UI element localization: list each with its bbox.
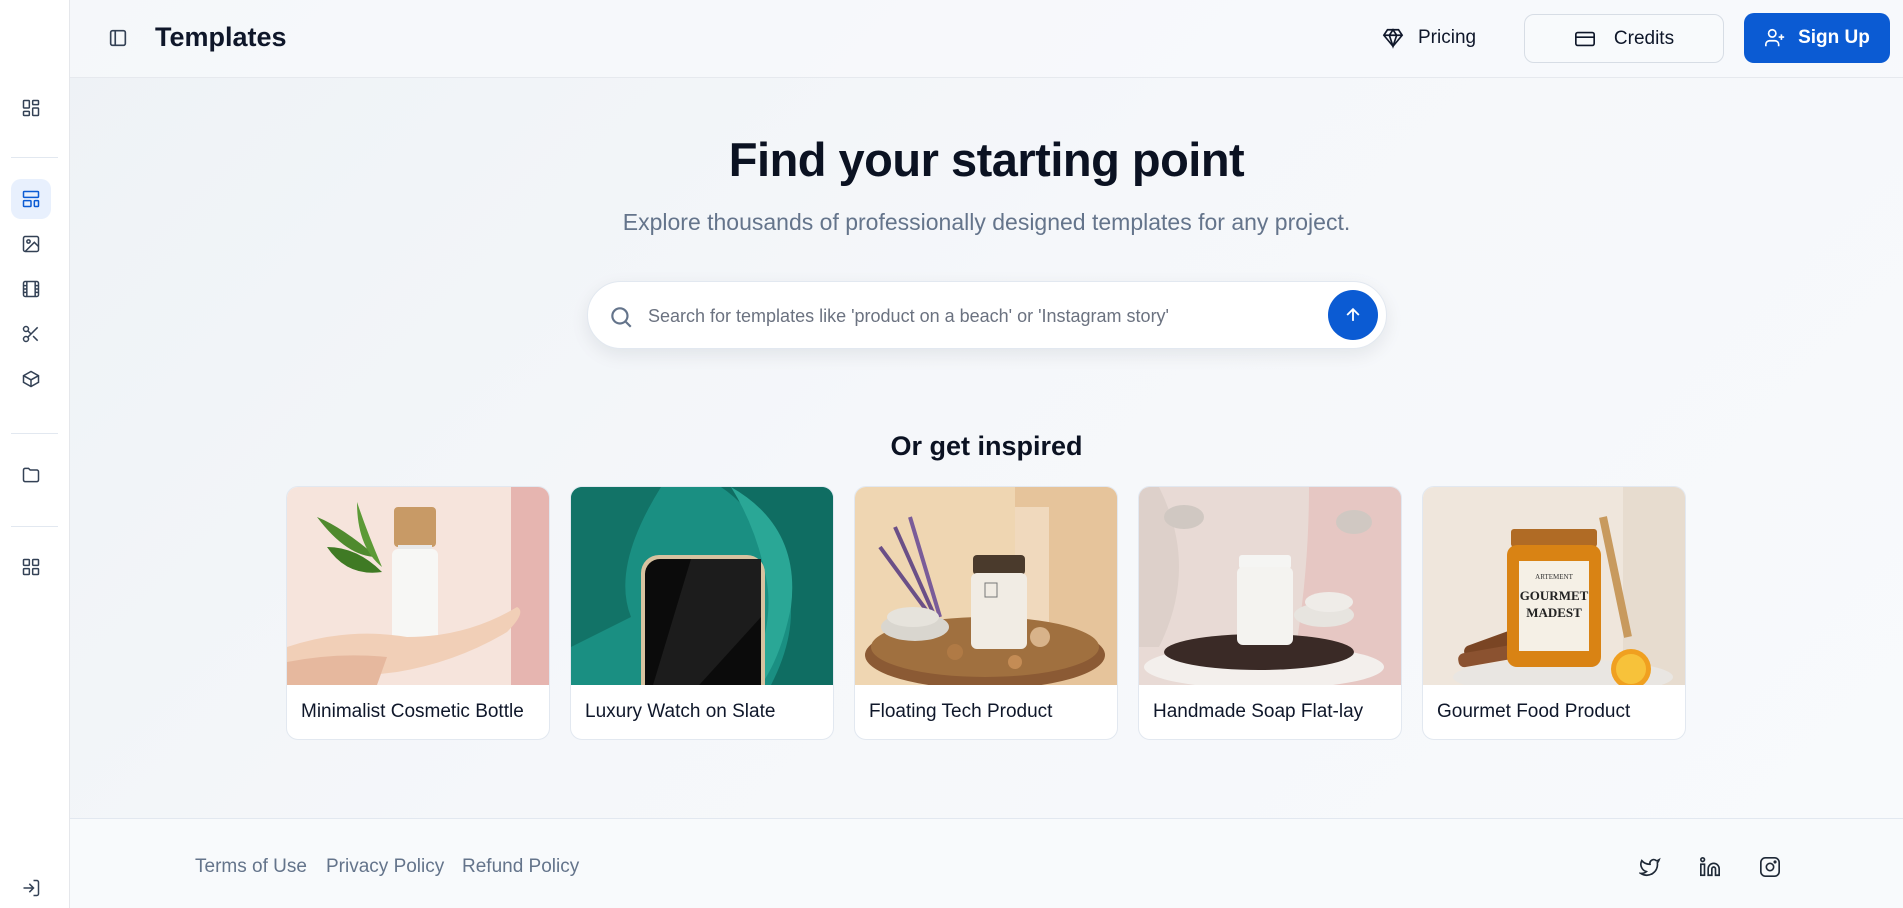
hero-subtitle: Explore thousands of professionally desi… <box>622 209 1351 235</box>
svg-text:ARTEMENT: ARTEMENT <box>1535 573 1573 581</box>
footer: Terms of Use Privacy Policy Refund Polic… <box>70 818 1903 908</box>
sidebar-divider <box>11 433 58 434</box>
box-icon <box>22 370 40 388</box>
template-card[interactable]: Luxury Watch on Slate <box>570 486 834 740</box>
dashboard-icon <box>22 99 40 117</box>
template-cards: Minimalist Cosmetic Bottle Luxury Watch <box>286 486 1688 740</box>
refund-policy-link[interactable]: Refund Policy <box>462 856 579 878</box>
sidebar-item-video[interactable] <box>11 269 51 309</box>
sidebar-divider <box>11 157 58 158</box>
instagram-icon <box>1760 857 1780 877</box>
sidebar-divider <box>11 526 58 527</box>
sign-up-button[interactable]: Sign Up <box>1744 13 1890 63</box>
sidebar-item-dashboard[interactable] <box>11 88 51 128</box>
twitter-icon <box>1639 857 1661 877</box>
search-input[interactable] <box>648 298 1308 334</box>
sidebar-item-3d[interactable] <box>11 359 51 399</box>
top-bar: Templates Pricing Credits Sign Up <box>70 0 1903 78</box>
template-card[interactable]: Handmade Soap Flat-lay <box>1138 486 1402 740</box>
pricing-button[interactable]: Pricing <box>1368 14 1490 62</box>
sidebar-item-apps[interactable] <box>11 547 51 587</box>
template-thumbnail <box>855 487 1117 685</box>
template-thumbnail: ARTEMENT GOURMET MADEST <box>1423 487 1685 685</box>
folder-icon <box>22 467 40 483</box>
template-card-title: Luxury Watch on Slate <box>585 701 776 722</box>
search-bar <box>587 281 1387 349</box>
image-icon <box>22 235 40 253</box>
scissors-icon <box>22 325 39 343</box>
toggle-sidebar-button[interactable] <box>102 22 134 54</box>
sidebar-item-templates[interactable] <box>11 179 51 219</box>
hero-title: Find your starting point <box>728 133 1245 186</box>
instagram-link[interactable] <box>1756 853 1784 881</box>
sidebar <box>0 0 70 908</box>
twitter-link[interactable] <box>1636 853 1664 881</box>
privacy-policy-link[interactable]: Privacy Policy <box>326 856 444 878</box>
template-card[interactable]: Floating Tech Product <box>854 486 1118 740</box>
search-icon <box>611 307 632 328</box>
template-card-title: Minimalist Cosmetic Bottle <box>301 701 524 722</box>
sidebar-item-cutout[interactable] <box>11 314 51 354</box>
template-card-title: Handmade Soap Flat-lay <box>1153 701 1364 722</box>
svg-text:GOURMET: GOURMET <box>1520 588 1589 603</box>
main-content: Templates Pricing Credits Sign Up Find y… <box>70 0 1903 908</box>
login-icon <box>23 879 40 897</box>
user-plus-icon <box>1765 28 1785 47</box>
film-icon <box>22 280 40 298</box>
linkedin-link[interactable] <box>1696 853 1724 881</box>
credits-button[interactable]: Credits <box>1524 14 1724 63</box>
template-card[interactable]: Minimalist Cosmetic Bottle <box>286 486 550 740</box>
template-thumbnail <box>571 487 833 685</box>
inspired-title: Or get inspired <box>890 431 1083 461</box>
template-card-title: Floating Tech Product <box>869 701 1053 722</box>
template-thumbnail <box>287 487 549 685</box>
pricing-label: Pricing <box>1418 27 1477 48</box>
templates-icon <box>22 190 40 208</box>
terms-of-use-link[interactable]: Terms of Use <box>195 856 307 878</box>
search-submit-button[interactable] <box>1328 290 1378 340</box>
template-card[interactable]: ARTEMENT GOURMET MADEST Gourmet Food Pro… <box>1422 486 1686 740</box>
template-thumbnail <box>1139 487 1401 685</box>
sign-up-label: Sign Up <box>1798 27 1870 48</box>
svg-text:MADEST: MADEST <box>1526 605 1582 620</box>
credit-card-icon <box>1574 31 1595 46</box>
apps-icon <box>22 558 40 576</box>
arrow-up-icon <box>1346 307 1360 321</box>
sidebar-item-projects[interactable] <box>11 455 51 495</box>
sidebar-item-login[interactable] <box>11 870 51 906</box>
sidebar-item-images[interactable] <box>11 224 51 264</box>
sidebar-toggle-icon <box>109 29 127 47</box>
app-root: Templates Pricing Credits Sign Up Find y… <box>0 0 1903 908</box>
page-title: Templates <box>155 22 287 52</box>
credits-label: Credits <box>1613 27 1675 49</box>
template-card-title: Gourmet Food Product <box>1437 701 1631 722</box>
linkedin-icon <box>1700 857 1720 877</box>
diamond-icon <box>1382 28 1404 49</box>
